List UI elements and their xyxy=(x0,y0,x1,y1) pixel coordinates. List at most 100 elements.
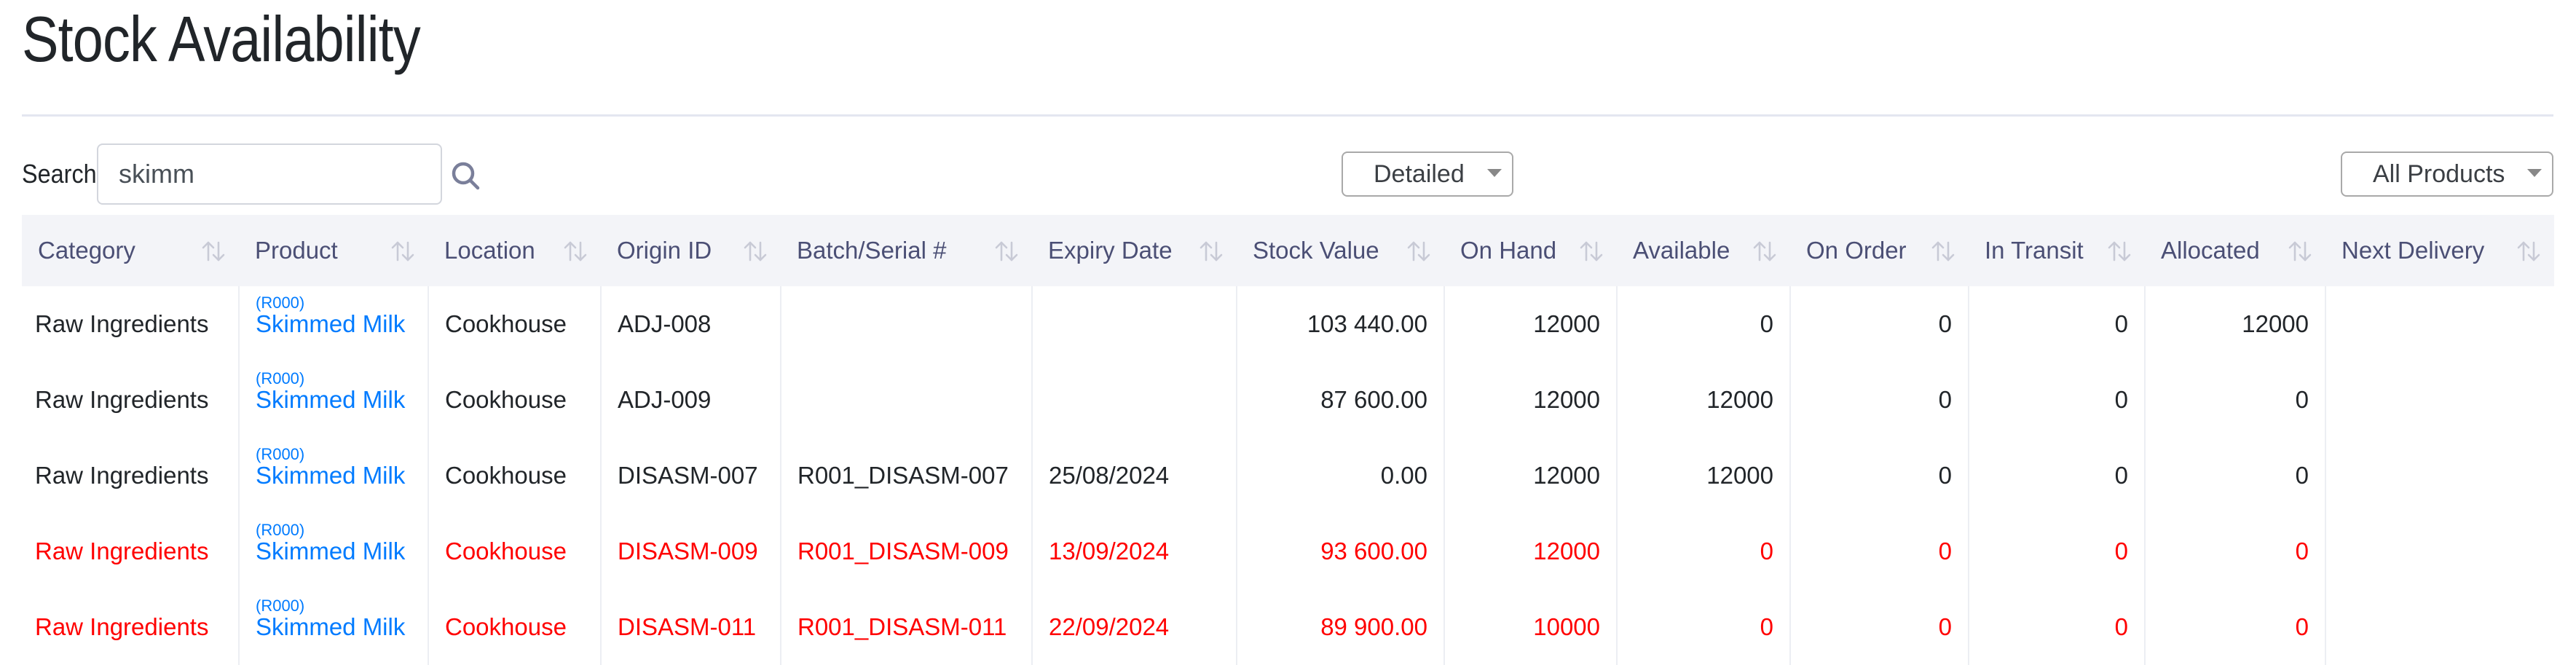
column-header-expiry-date[interactable]: Expiry Date xyxy=(1032,215,1237,286)
allocated-cell: 12000 xyxy=(2144,286,2325,362)
column-header-label: Category xyxy=(38,237,135,264)
table-row[interactable]: Raw Ingredients (R000) Skimmed Milk Cookhou… xyxy=(22,438,2554,513)
on-hand-cell-text: 12000 xyxy=(1533,310,1600,337)
expiry-date-cell: 25/08/2024 xyxy=(1031,438,1237,513)
on-order-cell: 0 xyxy=(1789,589,1969,665)
sort-icon[interactable] xyxy=(2288,240,2312,263)
available-cell-text: 0 xyxy=(1760,613,1773,640)
product-code[interactable]: (R000) xyxy=(256,295,411,311)
column-header-stock-value[interactable]: Stock Value xyxy=(1237,215,1444,286)
category-cell: Raw Ingredients xyxy=(22,589,239,665)
product-code[interactable]: (R000) xyxy=(256,446,411,463)
on-order-cell: 0 xyxy=(1789,362,1969,438)
column-header-batch-serial[interactable]: Batch/Serial # xyxy=(781,215,1032,286)
in-transit-cell-text: 0 xyxy=(2114,538,2128,564)
sort-icon[interactable] xyxy=(1931,240,1955,263)
stock-value-cell: 87 600.00 xyxy=(1236,362,1444,438)
table-row[interactable]: Raw Ingredients (R000) Skimmed Milk Cookhou… xyxy=(22,362,2554,438)
column-header-label: Available xyxy=(1633,237,1730,264)
origin-id-cell: DISASM-011 xyxy=(600,589,781,665)
allocated-cell-text: 0 xyxy=(2295,538,2309,564)
title-divider xyxy=(22,114,2553,117)
batch-cell-text: R001_DISASM-011 xyxy=(797,613,1007,640)
column-header-label: Batch/Serial # xyxy=(797,237,947,264)
table-row[interactable]: Raw Ingredients (R000) Skimmed Milk Cookhou… xyxy=(22,589,2554,665)
product-link[interactable]: Skimmed Milk xyxy=(256,614,411,640)
allocated-cell: 0 xyxy=(2144,589,2325,665)
search-label: Search: xyxy=(22,159,103,189)
view-mode-select[interactable]: Detailed xyxy=(1342,152,1513,197)
location-cell: Cookhouse xyxy=(428,286,601,362)
table-row[interactable]: Raw Ingredients (R000) Skimmed Milk Cookhou… xyxy=(22,513,2554,589)
on-order-cell-text: 0 xyxy=(1938,386,1952,413)
sort-icon[interactable] xyxy=(563,240,588,263)
sort-icon[interactable] xyxy=(1199,240,1224,263)
column-header-in-transit[interactable]: In Transit xyxy=(1969,215,2145,286)
column-header-label: Expiry Date xyxy=(1048,237,1173,264)
product-link[interactable]: Skimmed Milk xyxy=(256,463,411,489)
allocated-cell: 0 xyxy=(2144,438,2325,513)
page-title: Stock Availability xyxy=(22,3,421,75)
table-body: Raw Ingredients (R000) Skimmed Milk Cookhou… xyxy=(22,286,2554,665)
product-link[interactable]: Skimmed Milk xyxy=(256,387,411,413)
product-link[interactable]: Skimmed Milk xyxy=(256,311,411,337)
next-delivery-cell xyxy=(2325,589,2554,665)
category-cell: Raw Ingredients xyxy=(22,362,239,438)
column-header-product[interactable]: Product xyxy=(239,215,428,286)
in-transit-cell: 0 xyxy=(1968,362,2145,438)
in-transit-cell-text: 0 xyxy=(2114,310,2128,337)
product-code[interactable]: (R000) xyxy=(256,598,411,614)
table-row[interactable]: Raw Ingredients (R000) Skimmed Milk Cookhou… xyxy=(22,286,2554,362)
next-delivery-cell xyxy=(2325,438,2554,513)
column-header-category[interactable]: Category xyxy=(22,215,239,286)
batch-cell: R001_DISASM-011 xyxy=(780,589,1032,665)
column-header-origin-id[interactable]: Origin ID xyxy=(601,215,781,286)
location-cell: Cookhouse xyxy=(428,589,601,665)
expiry-date-cell xyxy=(1031,362,1237,438)
search-icon[interactable] xyxy=(450,160,482,192)
origin-id-cell-text: DISASM-007 xyxy=(618,462,758,489)
sort-icon[interactable] xyxy=(994,240,1019,263)
batch-cell xyxy=(780,286,1032,362)
available-cell: 0 xyxy=(1616,286,1790,362)
location-cell: Cookhouse xyxy=(428,362,601,438)
sort-icon[interactable] xyxy=(2516,240,2541,263)
product-code[interactable]: (R000) xyxy=(256,371,411,387)
location-cell-text: Cookhouse xyxy=(445,613,567,640)
allocated-cell: 0 xyxy=(2144,513,2325,589)
in-transit-cell: 0 xyxy=(1968,286,2145,362)
sort-icon[interactable] xyxy=(390,240,415,263)
expiry-date-cell: 22/09/2024 xyxy=(1031,589,1237,665)
product-cell: (R000) Skimmed Milk xyxy=(238,286,428,362)
product-code[interactable]: (R000) xyxy=(256,522,411,538)
sort-icon[interactable] xyxy=(1579,240,1604,263)
column-header-label: On Order xyxy=(1806,237,1907,264)
expiry-date-cell-text: 22/09/2024 xyxy=(1049,613,1170,640)
column-header-allocated[interactable]: Allocated xyxy=(2145,215,2325,286)
sort-icon[interactable] xyxy=(2107,240,2132,263)
column-header-on-order[interactable]: On Order xyxy=(1790,215,1969,286)
on-order-cell-text: 0 xyxy=(1938,462,1952,489)
column-header-location[interactable]: Location xyxy=(428,215,601,286)
category-cell-text: Raw Ingredients xyxy=(35,613,209,640)
origin-id-cell: ADJ-009 xyxy=(600,362,781,438)
column-header-label: On Hand xyxy=(1460,237,1557,264)
column-header-on-hand[interactable]: On Hand xyxy=(1444,215,1617,286)
allocated-cell-text: 0 xyxy=(2295,386,2309,413)
product-link[interactable]: Skimmed Milk xyxy=(256,538,411,564)
sort-icon[interactable] xyxy=(1752,240,1777,263)
sort-icon[interactable] xyxy=(1406,240,1431,263)
stock-value-cell-text: 93 600.00 xyxy=(1320,538,1427,564)
column-header-available[interactable]: Available xyxy=(1617,215,1790,286)
column-header-next-delivery[interactable]: Next Delivery xyxy=(2325,215,2554,286)
on-order-cell-text: 0 xyxy=(1938,310,1952,337)
location-cell-text: Cookhouse xyxy=(445,310,567,337)
sort-icon[interactable] xyxy=(743,240,768,263)
in-transit-cell: 0 xyxy=(1968,513,2145,589)
product-filter-select[interactable]: All Products xyxy=(2341,152,2553,197)
origin-id-cell: DISASM-007 xyxy=(600,438,781,513)
on-hand-cell: 12000 xyxy=(1443,513,1617,589)
sort-icon[interactable] xyxy=(201,240,226,263)
search-input[interactable] xyxy=(97,143,442,205)
on-hand-cell: 12000 xyxy=(1443,362,1617,438)
